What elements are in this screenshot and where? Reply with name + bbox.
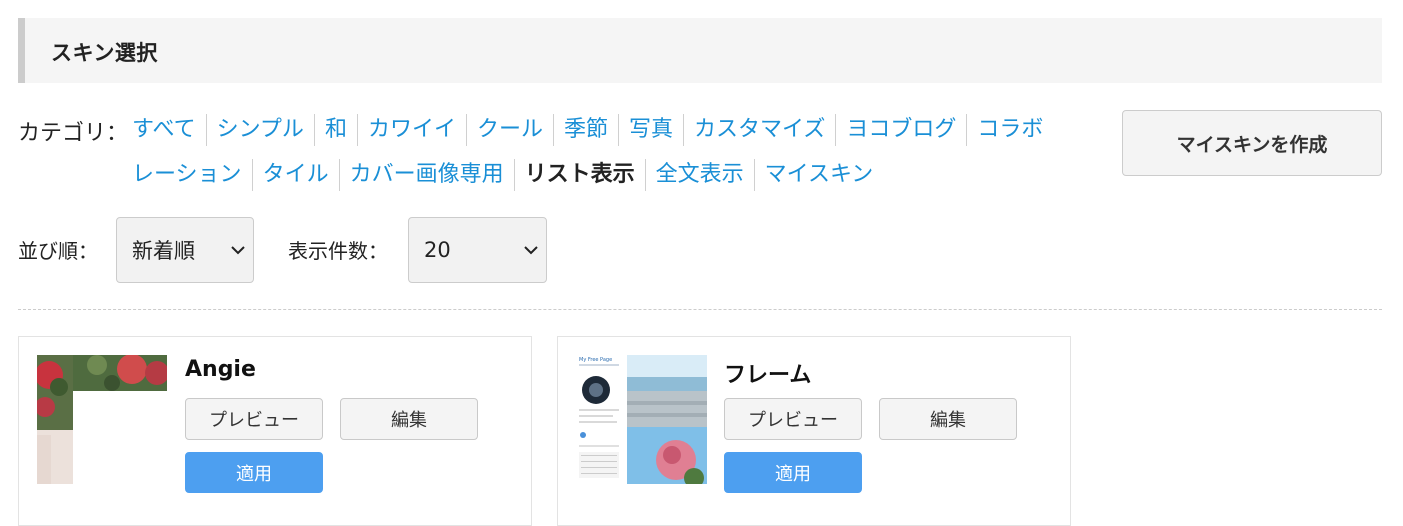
chevron-down-icon <box>516 245 546 255</box>
category-tile[interactable]: タイル <box>251 159 339 191</box>
sort-label: 並び順： <box>18 239 98 263</box>
category-label: カテゴリ： <box>18 121 129 146</box>
divider <box>18 309 1382 310</box>
create-my-skin-button[interactable]: マイスキンを作成 <box>1122 110 1382 176</box>
category-photo[interactable]: 写真 <box>618 114 683 146</box>
category-simple[interactable]: シンプル <box>205 114 314 146</box>
skin-card: Angie プレビュー 編集 適用 <box>18 336 532 526</box>
skin-thumbnail-frame: My Free Page <box>576 355 707 484</box>
edit-button[interactable]: 編集 <box>879 398 1017 440</box>
category-my-skin[interactable]: マイスキン <box>753 159 884 191</box>
skin-card: My Free Page フレーム プレビュー 編集 適用 <box>557 336 1071 526</box>
section-header: スキン選択 <box>18 18 1382 83</box>
sort-select[interactable]: 新着順 <box>116 217 254 283</box>
category-collaboration-continued[interactable]: レーション <box>122 159 252 191</box>
count-select-value: 20 <box>424 238 451 262</box>
category-cool[interactable]: クール <box>465 114 553 146</box>
category-full-text[interactable]: 全文表示 <box>644 159 754 191</box>
sort-select-value: 新着順 <box>132 239 195 263</box>
page-title: スキン選択 <box>51 41 158 65</box>
apply-button[interactable]: 適用 <box>724 452 862 493</box>
category-list-line-2: レーション タイル カバー画像専用 リスト表示 全文表示 マイスキン <box>122 155 883 195</box>
count-label: 表示件数： <box>288 239 388 263</box>
preview-button[interactable]: プレビュー <box>724 398 862 440</box>
category-cover-image[interactable]: カバー画像専用 <box>338 159 514 191</box>
category-list-view: リスト表示 <box>513 159 645 191</box>
category-yoko-blog[interactable]: ヨコブログ <box>835 114 966 146</box>
count-select[interactable]: 20 <box>408 217 547 283</box>
category-list-line-1: すべて シンプル 和 カワイイ クール 季節 写真 カスタマイズ ヨコブログ コ… <box>122 110 1053 150</box>
category-customize[interactable]: カスタマイズ <box>683 114 835 146</box>
preview-button[interactable]: プレビュー <box>185 398 323 440</box>
skin-thumbnail-angie <box>37 355 167 484</box>
category-collaboration[interactable]: コラボ <box>966 114 1053 146</box>
skin-name: Angie <box>185 357 256 382</box>
category-kawaii[interactable]: カワイイ <box>356 114 466 146</box>
chevron-down-icon <box>223 245 253 255</box>
category-all[interactable]: すべて <box>122 114 206 146</box>
skin-name: フレーム <box>724 363 812 388</box>
category-season[interactable]: 季節 <box>552 114 618 146</box>
apply-button[interactable]: 適用 <box>185 452 323 493</box>
thumb-blog-title: My Free Page <box>579 357 612 363</box>
edit-button[interactable]: 編集 <box>340 398 478 440</box>
category-wa[interactable]: 和 <box>313 114 357 146</box>
